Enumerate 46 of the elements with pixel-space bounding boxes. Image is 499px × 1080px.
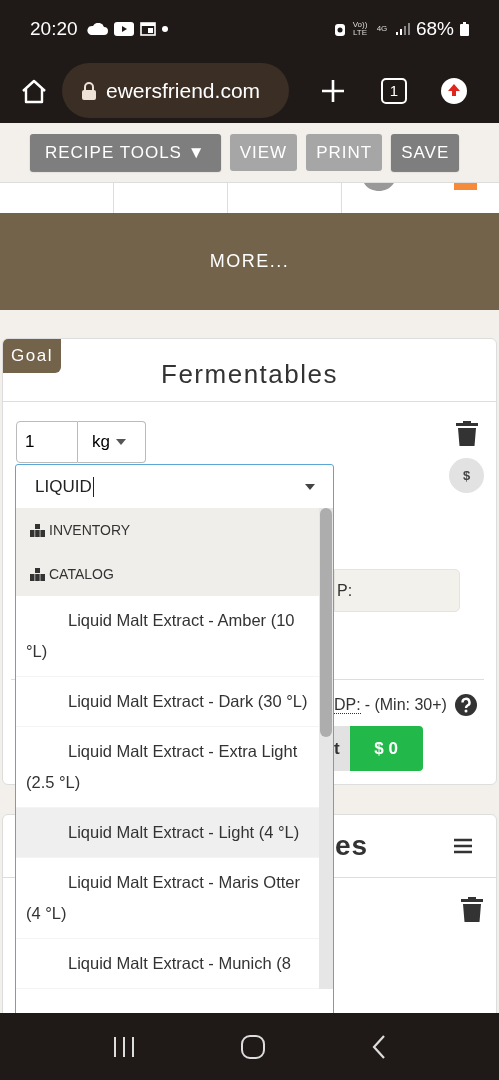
search-field[interactable]: LIQUID bbox=[16, 465, 333, 508]
signal-icon bbox=[395, 23, 410, 35]
group-header: CATALOG bbox=[49, 566, 114, 582]
goal-badge: Goal bbox=[3, 339, 61, 373]
address-bar[interactable]: ewersfriend.com bbox=[62, 63, 289, 118]
dp-value: - (Min: 30+) bbox=[364, 696, 447, 714]
trash-icon[interactable] bbox=[461, 897, 483, 922]
play-icon bbox=[113, 22, 134, 36]
toolbar-button[interactable]: SAVE bbox=[391, 134, 460, 171]
unit-dropdown[interactable]: kg bbox=[78, 421, 146, 463]
help-icon[interactable] bbox=[454, 694, 477, 716]
status-time: 20:20 bbox=[30, 18, 78, 40]
more-button[interactable]: MORE... bbox=[0, 213, 499, 310]
caret-icon bbox=[305, 483, 315, 490]
trash-icon[interactable] bbox=[455, 421, 478, 446]
battery-icon bbox=[460, 22, 469, 36]
boxes-icon bbox=[30, 567, 45, 581]
partial-icon bbox=[364, 183, 394, 191]
network-label: 4G bbox=[375, 25, 389, 33]
section-title: Fermentables bbox=[161, 358, 338, 390]
home-icon[interactable] bbox=[20, 77, 48, 104]
network-label: Vo)) LTE bbox=[351, 21, 368, 37]
home-button-icon[interactable] bbox=[241, 1034, 266, 1059]
text-field[interactable]: P: bbox=[334, 569, 460, 612]
back-icon[interactable] bbox=[371, 1034, 386, 1059]
price-button[interactable]: $ bbox=[449, 458, 484, 493]
dot-icon bbox=[161, 26, 168, 32]
lock-icon bbox=[82, 81, 96, 100]
upload-icon[interactable] bbox=[441, 77, 467, 104]
caret-icon bbox=[115, 439, 126, 445]
menu-icon[interactable] bbox=[454, 838, 472, 854]
plus-icon[interactable] bbox=[321, 78, 345, 103]
scrollbar-thumb[interactable] bbox=[320, 508, 332, 737]
dropdown-option[interactable]: Liquid Malt Extract - Light (4 °L) bbox=[16, 808, 319, 858]
amount-field[interactable]: 1 bbox=[16, 421, 78, 463]
recents-icon[interactable] bbox=[113, 1036, 136, 1057]
tab-count-button[interactable]: 1 bbox=[381, 77, 407, 104]
cloud-icon bbox=[85, 23, 108, 35]
group-header: INVENTORY bbox=[49, 522, 131, 538]
partial-badge bbox=[454, 183, 477, 190]
window-icon bbox=[139, 22, 156, 36]
cost-button[interactable]: t bbox=[334, 726, 350, 771]
battery-percent: 68% bbox=[415, 18, 454, 40]
toolbar-button[interactable]: RECIPE TOOLS ▼ bbox=[29, 134, 221, 171]
boxes-icon bbox=[30, 523, 45, 537]
section-title: es bbox=[335, 830, 369, 862]
